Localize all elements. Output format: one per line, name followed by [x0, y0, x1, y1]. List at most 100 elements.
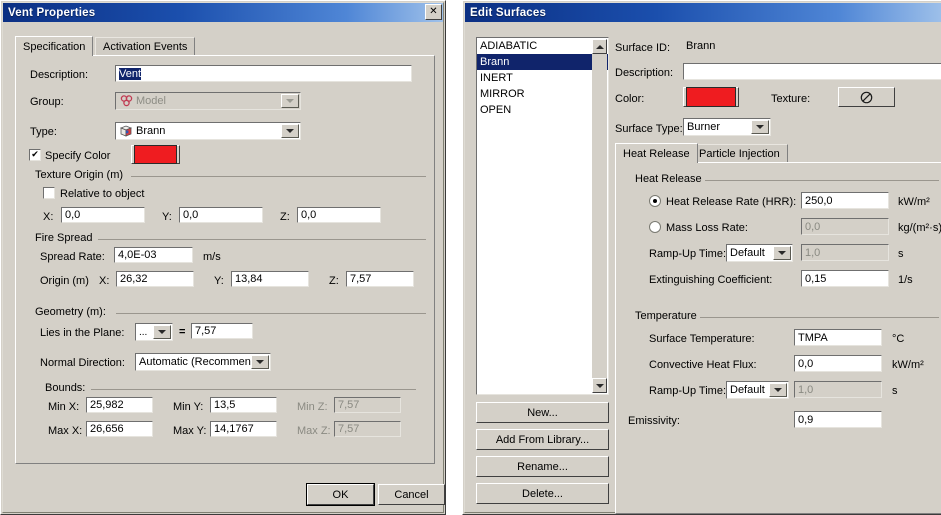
chevron-down-icon[interactable] [773, 246, 791, 260]
ok-button[interactable]: OK [306, 483, 375, 506]
surfaces-tab-body: Heat Release Heat Release Rate (HRR): 25… [615, 162, 941, 514]
min-z-label: Min Z: [297, 401, 328, 413]
max-y-value: 14,1767 [214, 423, 254, 435]
max-z-value: 7,57 [338, 423, 360, 435]
chevron-down-icon[interactable] [769, 383, 787, 397]
texture-z-input[interactable]: 0,0 [297, 207, 381, 223]
vent-color-swatch-button[interactable] [131, 145, 180, 164]
description-label: Description: [30, 69, 89, 81]
plane-coord-value: 7,57 [195, 325, 217, 337]
hr-ramp-up-select[interactable]: Default [726, 244, 793, 262]
relative-to-object-checkbox[interactable] [43, 187, 55, 199]
vent-dialog-titlebar[interactable]: Vent Properties [3, 3, 443, 22]
surface-color-swatch-button[interactable] [683, 87, 739, 107]
temp-ramp-up-label: Ramp-Up Time: [649, 385, 727, 397]
texture-z-value: 0,0 [301, 209, 317, 221]
chevron-down-icon[interactable] [751, 120, 769, 134]
close-icon[interactable]: ✕ [425, 4, 442, 20]
normal-direction-select[interactable]: Automatic (Recommend... [135, 353, 271, 371]
emissivity-label: Emissivity: [628, 415, 680, 427]
hr-ramp-up-value: Default [730, 247, 765, 259]
hrr-radio[interactable] [649, 195, 661, 207]
hr-ramp-up-time-value: 1,0 [805, 246, 821, 259]
listbox-scrollbar[interactable] [592, 39, 607, 393]
list-item-label: ADIABATIC [480, 40, 538, 52]
cancel-button-label: Cancel [394, 488, 429, 501]
surfaces-dialog-titlebar[interactable]: Edit Surfaces [465, 3, 941, 22]
list-item-label: MIRROR [480, 88, 525, 100]
delete-button[interactable]: Delete... [476, 483, 609, 504]
edit-surfaces-dialog: Edit Surfaces ADIABATIC Brann INERT MIRR… [462, 0, 941, 515]
texture-x-value: 0,0 [65, 209, 81, 221]
temp-ramp-up-select[interactable]: Default [726, 381, 789, 399]
description-input-value: Vent [119, 67, 142, 80]
bounds-divider [91, 389, 416, 391]
origin-z-input[interactable]: 7,57 [346, 271, 414, 287]
origin-z-label: Z: [329, 275, 339, 287]
surface-description-input[interactable] [683, 63, 941, 80]
chevron-down-icon[interactable] [251, 355, 269, 369]
model-group-icon [118, 94, 134, 108]
spread-rate-unit: m/s [203, 251, 221, 263]
tab-particle-injection[interactable]: Particle Injection [691, 144, 788, 163]
max-y-input[interactable]: 14,1767 [210, 421, 277, 437]
emissivity-value: 0,9 [798, 413, 814, 426]
lies-in-plane-select[interactable]: ... [135, 323, 173, 341]
group-select-value: Model [136, 95, 166, 107]
max-x-input[interactable]: 26,656 [86, 421, 153, 437]
min-x-input[interactable]: 25,982 [86, 397, 153, 413]
type-select[interactable]: Brann [115, 122, 301, 140]
max-x-label: Max X: [48, 425, 83, 437]
temp-ramp-up-time-value: 1,0 [798, 383, 814, 396]
group-select[interactable]: Model [115, 92, 301, 110]
surfaces-listbox[interactable]: ADIABATIC Brann INERT MIRROR OPEN [476, 37, 609, 395]
texture-button[interactable] [838, 87, 895, 107]
list-item[interactable]: OPEN [477, 102, 608, 118]
list-item[interactable]: MIRROR [477, 86, 608, 102]
surface-temperature-input[interactable]: TMPA [794, 329, 882, 346]
min-x-value: 25,982 [90, 399, 124, 411]
chevron-down-icon[interactable] [281, 94, 299, 108]
list-item[interactable]: Brann [477, 54, 608, 70]
texture-y-input[interactable]: 0,0 [179, 207, 263, 223]
tab-heat-release[interactable]: Heat Release [615, 143, 698, 163]
specify-color-checkbox[interactable]: ✔ [29, 149, 41, 161]
texture-x-input[interactable]: 0,0 [61, 207, 145, 223]
min-y-input[interactable]: 13,5 [210, 397, 277, 413]
description-input[interactable]: Vent [115, 65, 412, 82]
rename-button[interactable]: Rename... [476, 456, 609, 477]
hr-ramp-up-label: Ramp-Up Time: [649, 248, 727, 260]
tab-activation-events[interactable]: Activation Events [95, 37, 196, 56]
origin-x-input[interactable]: 26,32 [116, 271, 194, 287]
spread-rate-input[interactable]: 4,0E-03 [114, 247, 193, 263]
list-item[interactable]: ADIABATIC [477, 38, 608, 54]
new-button[interactable]: New... [476, 402, 609, 423]
hrr-input[interactable]: 250,0 [801, 192, 889, 209]
scroll-up-icon[interactable] [592, 39, 607, 54]
plane-coord-input[interactable]: 7,57 [191, 323, 253, 339]
mass-loss-rate-radio[interactable] [649, 221, 661, 233]
emissivity-input[interactable]: 0,9 [794, 411, 882, 428]
cancel-button[interactable]: Cancel [378, 484, 445, 505]
surface-cube-icon [118, 124, 134, 138]
surface-temperature-unit: °C [892, 333, 905, 345]
texture-origin-title: Texture Origin (m) [32, 169, 127, 181]
hr-ramp-up-unit: s [898, 248, 904, 260]
extinguishing-coefficient-input[interactable]: 0,15 [801, 270, 889, 287]
scroll-down-icon[interactable] [592, 378, 607, 393]
surface-type-select[interactable]: Burner [683, 118, 771, 136]
chevron-down-icon[interactable] [153, 325, 171, 339]
vent-tabstrip: Specification Activation Events [15, 36, 435, 56]
add-from-library-button[interactable]: Add From Library... [476, 429, 609, 450]
geometry-divider [116, 313, 426, 315]
group-label: Group: [30, 96, 64, 108]
chevron-down-icon[interactable] [281, 124, 299, 138]
spread-rate-label: Spread Rate: [40, 251, 105, 263]
origin-y-input[interactable]: 13,84 [231, 271, 309, 287]
tab-specification[interactable]: Specification [15, 36, 94, 56]
extinguishing-coefficient-label: Extinguishing Coefficient: [649, 274, 773, 286]
list-item[interactable]: INERT [477, 70, 608, 86]
ok-button-label: OK [332, 488, 349, 501]
convective-heat-flux-input[interactable]: 0,0 [794, 355, 882, 372]
heat-release-divider [704, 180, 939, 182]
